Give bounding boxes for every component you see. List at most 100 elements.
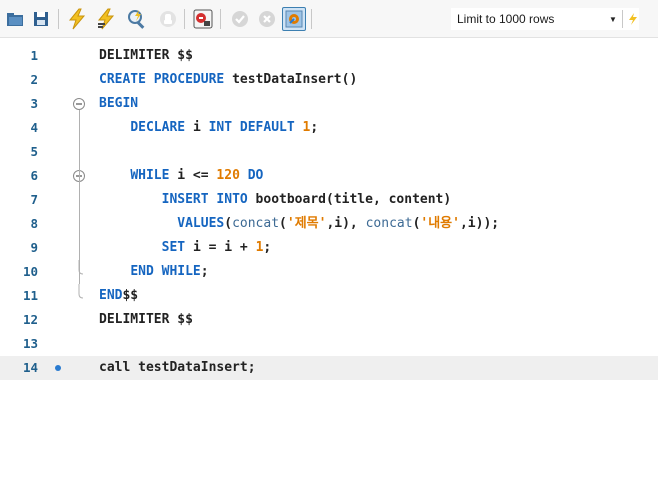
code-line[interactable]: 8 VALUES(concat('제목',i), concat('내용',i))…: [0, 212, 658, 236]
code-token: ;: [200, 264, 209, 279]
code-token: $$: [122, 288, 139, 303]
sql-editor[interactable]: 1 DELIMITER $$ 2 CREATE PROCEDURE testDataI…: [0, 38, 658, 490]
code-token: DO: [239, 168, 264, 183]
code-text: END$$: [99, 284, 138, 308]
code-text: WHILE i <= 120 DO: [99, 164, 263, 188]
line-number: 2: [30, 72, 38, 87]
fold-end-marker: [78, 260, 84, 275]
line-number: 13: [22, 336, 38, 351]
limit-rows-select[interactable]: Limit to 1000 rows ▼: [451, 8, 639, 30]
code-token: i = i +: [192, 240, 256, 255]
line-number: 9: [30, 240, 38, 255]
code-token: DECLARE: [130, 120, 193, 135]
code-line[interactable]: 10 END WHILE;: [0, 260, 658, 284]
code-line[interactable]: 14 call testDataInsert;: [0, 356, 658, 380]
line-number: 3: [30, 96, 38, 111]
code-token: DELIMITER $$: [99, 48, 193, 63]
toolbar-separator: [311, 9, 312, 29]
line-number: 12: [22, 312, 38, 327]
code-token: concat: [232, 216, 280, 231]
code-token: SET: [161, 240, 193, 255]
commit-icon[interactable]: [228, 7, 252, 31]
code-text: INSERT INTO bootboard(title, content): [99, 188, 452, 212]
autocommit-icon[interactable]: [282, 7, 306, 31]
code-line[interactable]: 1 DELIMITER $$: [0, 44, 658, 68]
code-token: call testDataInsert;: [99, 360, 256, 375]
code-token: ,i),: [326, 216, 366, 231]
execute-current-icon[interactable]: [94, 7, 118, 31]
code-token: END: [99, 288, 123, 303]
query-toolbar: Limit to 1000 rows ▼: [0, 0, 658, 38]
code-token: i <=: [177, 168, 217, 183]
code-token: VALUES: [177, 216, 225, 231]
limit-rows-value: Limit to 1000 rows: [457, 12, 555, 26]
code-line[interactable]: 5: [0, 140, 658, 164]
code-token: '제목': [286, 216, 327, 231]
code-token: ;: [263, 240, 272, 255]
code-text: VALUES(concat('제목',i), concat('내용',i));: [99, 212, 499, 236]
code-token: concat: [365, 216, 413, 231]
code-token: 120: [216, 168, 240, 183]
code-token: '내용': [420, 216, 460, 231]
fold-guide: [79, 110, 80, 284]
code-token: INT DEFAULT: [208, 120, 303, 135]
open-folder-icon[interactable]: [3, 7, 27, 31]
code-token: bootboard(title, content): [255, 192, 452, 207]
stop-icon[interactable]: [156, 7, 180, 31]
code-text: SET i = i + 1;: [99, 236, 272, 260]
toolbar-separator: [58, 9, 59, 29]
code-text: DECLARE i INT DEFAULT 1;: [99, 116, 318, 140]
chevron-down-icon: ▼: [609, 14, 617, 24]
line-number: 4: [30, 120, 38, 135]
code-token: (: [224, 216, 233, 231]
code-token: BEGIN: [99, 96, 139, 111]
code-token: ;: [310, 120, 319, 135]
line-number: 7: [30, 192, 38, 207]
fold-end-marker: [78, 284, 84, 299]
code-token: CREATE PROCEDURE: [99, 72, 233, 87]
code-text: BEGIN: [99, 92, 138, 116]
code-token: testDataInsert(): [232, 72, 358, 87]
save-icon[interactable]: [29, 7, 53, 31]
code-token: WHILE: [130, 168, 178, 183]
code-line[interactable]: 9 SET i = i + 1;: [0, 236, 658, 260]
code-line[interactable]: 12 DELIMITER $$: [0, 308, 658, 332]
code-line[interactable]: 4 DECLARE i INT DEFAULT 1;: [0, 116, 658, 140]
code-line[interactable]: 3 BEGIN: [0, 92, 658, 116]
code-token: i: [192, 120, 209, 135]
code-token: ,i));: [459, 216, 500, 231]
toolbar-separator: [220, 9, 221, 29]
code-token: INSERT INTO: [161, 192, 256, 207]
beautify-icon[interactable]: [627, 12, 639, 26]
code-line[interactable]: 7 INSERT INTO bootboard(title, content): [0, 188, 658, 212]
code-text: call testDataInsert;: [99, 356, 256, 380]
line-number: 5: [30, 144, 38, 159]
code-line[interactable]: 13: [0, 332, 658, 356]
current-statement-marker: [55, 365, 61, 371]
toolbar-separator: [622, 10, 623, 28]
code-line[interactable]: 11 END$$: [0, 284, 658, 308]
line-number: 1: [30, 48, 38, 63]
code-text: END WHILE;: [99, 260, 209, 284]
line-number: 6: [30, 168, 38, 183]
toggle-error-icon[interactable]: [191, 7, 215, 31]
code-text: DELIMITER $$: [99, 308, 193, 332]
explain-icon[interactable]: [125, 7, 149, 31]
line-number: 10: [22, 264, 38, 279]
execute-icon[interactable]: [65, 7, 89, 31]
code-text: DELIMITER $$: [99, 44, 193, 68]
code-line[interactable]: 6 WHILE i <= 120 DO: [0, 164, 658, 188]
code-line[interactable]: 2 CREATE PROCEDURE testDataInsert(): [0, 68, 658, 92]
toolbar-separator: [184, 9, 185, 29]
rollback-icon[interactable]: [255, 7, 279, 31]
code-token: (: [279, 216, 287, 231]
code-token: DELIMITER $$: [99, 312, 193, 327]
line-number: 14: [22, 360, 38, 375]
code-text: CREATE PROCEDURE testDataInsert(): [99, 68, 357, 92]
